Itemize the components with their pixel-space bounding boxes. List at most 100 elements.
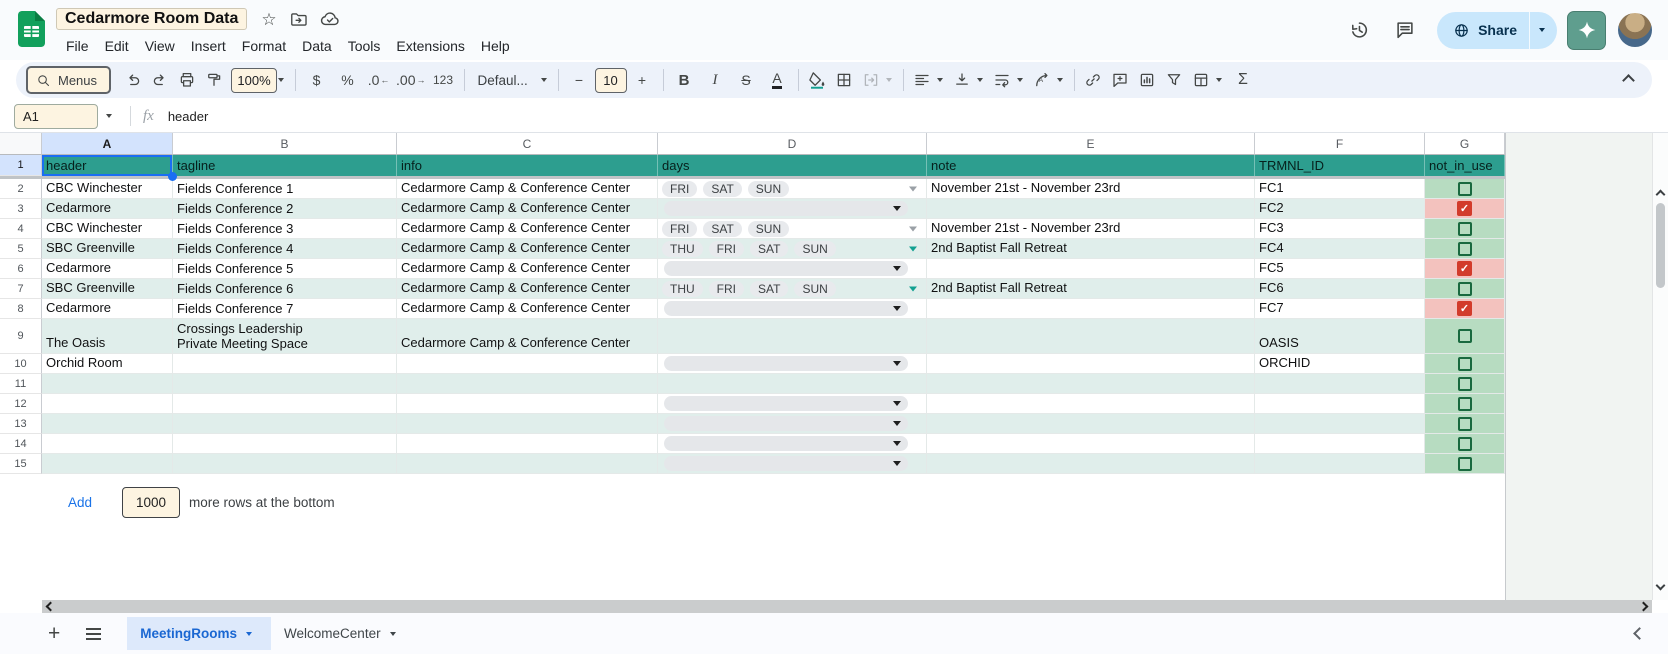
not-in-use-checkbox[interactable] [1458,357,1472,371]
cell-A9[interactable]: The Oasis [42,319,173,354]
sheet-tab-meetingrooms[interactable]: MeetingRooms [127,617,271,650]
fill-color-button[interactable] [804,66,831,94]
cell-G10[interactable] [1425,354,1505,374]
cell-A1[interactable]: header [42,155,173,176]
row-header-12[interactable]: 12 [0,394,42,414]
menu-file[interactable]: File [58,35,97,57]
gemini-button[interactable] [1567,11,1606,50]
not-in-use-checkbox[interactable] [1458,397,1472,411]
cell-G9[interactable] [1425,319,1505,354]
cell-G5[interactable] [1425,239,1505,259]
horizontal-align-button[interactable] [909,66,936,94]
cell-D4[interactable]: FRISATSUN [658,219,927,239]
cell-G4[interactable] [1425,219,1505,239]
cell-C15[interactable] [397,454,658,474]
row-header-8[interactable]: 8 [0,299,42,319]
cell-A6[interactable]: Cedarmore [42,259,173,279]
cell-G13[interactable] [1425,414,1505,434]
column-header-E[interactable]: E [927,133,1255,155]
undo-button[interactable] [119,66,146,94]
cell-E14[interactable] [927,434,1255,454]
move-to-folder-icon[interactable] [289,10,308,29]
not-in-use-checkbox[interactable] [1458,417,1472,431]
row-header-3[interactable]: 3 [0,199,42,219]
cell-G6[interactable]: ✓ [1425,259,1505,279]
row-header-2[interactable]: 2 [0,179,42,199]
bold-button[interactable]: B [669,66,700,94]
not-in-use-checkbox[interactable] [1458,377,1472,391]
cell-F14[interactable] [1255,434,1425,454]
row-header-9[interactable]: 9 [0,319,42,354]
cell-E11[interactable] [927,374,1255,394]
cell-C8[interactable]: Cedarmore Camp & Conference Center [397,299,658,319]
cell-E13[interactable] [927,414,1255,434]
days-dropdown[interactable] [664,356,908,371]
cell-A5[interactable]: SBC Greenville [42,239,173,259]
cell-C10[interactable] [397,354,658,374]
horizontal-scrollbar[interactable] [42,600,1652,613]
cell-B3[interactable]: Fields Conference 2 [173,199,397,219]
cell-E3[interactable] [927,199,1255,219]
cell-C7[interactable]: Cedarmore Camp & Conference Center [397,279,658,299]
font-size-input[interactable]: 10 [595,68,627,93]
cell-E2[interactable]: November 21st - November 23rd [927,179,1255,199]
cell-D7[interactable]: THUFRISATSUN [658,279,927,299]
cell-D5[interactable]: THUFRISATSUN [658,239,927,259]
row-header-5[interactable]: 5 [0,239,42,259]
cell-D13[interactable] [658,414,927,434]
cell-E4[interactable]: November 21st - November 23rd [927,219,1255,239]
column-header-G[interactable]: G [1425,133,1505,155]
cell-B15[interactable] [173,454,397,474]
comments-icon[interactable] [1391,16,1419,44]
dropdown-caret-icon[interactable] [909,186,917,191]
cell-F2[interactable]: FC1 [1255,179,1425,199]
formula-input[interactable]: header [168,109,208,124]
cell-A15[interactable] [42,454,173,474]
cell-E15[interactable] [927,454,1255,474]
horizontal-align-caret-icon[interactable] [937,78,943,82]
cell-B14[interactable] [173,434,397,454]
cell-D9[interactable] [658,319,927,354]
menu-format[interactable]: Format [234,35,294,57]
cell-B13[interactable] [173,414,397,434]
cell-B1[interactable]: tagline [173,155,397,176]
row-header-11[interactable]: 11 [0,374,42,394]
text-rotation-caret-icon[interactable] [1057,78,1063,82]
cell-A14[interactable] [42,434,173,454]
print-button[interactable] [173,66,200,94]
menu-edit[interactable]: Edit [97,35,137,57]
cell-A7[interactable]: SBC Greenville [42,279,173,299]
not-in-use-checkbox[interactable] [1458,329,1472,343]
zoom-caret-icon[interactable] [278,78,284,82]
row-header-6[interactable]: 6 [0,259,42,279]
dropdown-caret-icon[interactable] [909,246,917,251]
table-button[interactable] [1188,66,1215,94]
cloud-saved-icon[interactable] [320,9,340,29]
days-dropdown[interactable] [664,416,908,431]
row-header-15[interactable]: 15 [0,454,42,474]
tab-scroll-left-icon[interactable] [1635,625,1644,643]
share-menu-caret[interactable] [1530,12,1557,49]
rows-count-input[interactable] [122,487,180,518]
cell-D3[interactable] [658,199,927,219]
decrease-decimal-button[interactable]: .0← [363,66,394,94]
dropdown-caret-icon[interactable] [909,226,917,231]
cell-C2[interactable]: Cedarmore Camp & Conference Center [397,179,658,199]
cell-B2[interactable]: Fields Conference 1 [173,179,397,199]
cell-A11[interactable] [42,374,173,394]
menu-view[interactable]: View [137,35,183,57]
cell-E8[interactable] [927,299,1255,319]
add-rows-button[interactable]: Add [68,495,92,510]
add-sheet-button[interactable]: + [48,623,60,644]
decrease-font-size-button[interactable]: − [564,66,595,94]
menu-insert[interactable]: Insert [183,35,234,57]
cell-F10[interactable]: ORCHID [1255,354,1425,374]
cell-A10[interactable]: Orchid Room [42,354,173,374]
cell-C4[interactable]: Cedarmore Camp & Conference Center [397,219,658,239]
cell-D6[interactable] [658,259,927,279]
column-header-D[interactable]: D [658,133,927,155]
cell-G1[interactable]: not_in_use [1425,155,1505,176]
cell-C3[interactable]: Cedarmore Camp & Conference Center [397,199,658,219]
font-caret-icon[interactable] [541,78,547,82]
name-box-caret-icon[interactable] [106,114,112,118]
